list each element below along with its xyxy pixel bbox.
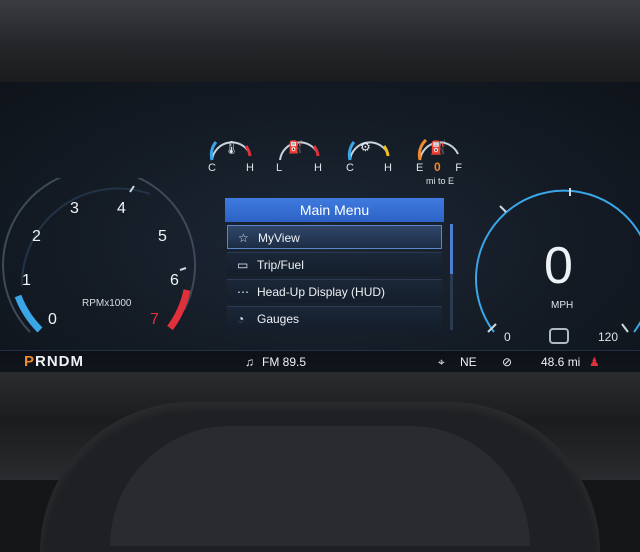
tach-label-7: 7 xyxy=(150,311,159,328)
fuel-left-label: E xyxy=(416,162,424,174)
tach-label-1: 1 xyxy=(22,272,31,289)
menu-item-label: MyView xyxy=(258,231,300,245)
trans-temp-gauge: ⚙ C H xyxy=(346,128,392,188)
gear-rest: RNDM xyxy=(35,353,85,370)
fuel-value: 0 xyxy=(434,160,441,174)
compass-icon: ⌖ xyxy=(438,355,445,369)
gauge-icon: ◔ xyxy=(237,312,245,326)
main-menu: Main Menu ☆ MyView ▭ Trip/Fuel ⋯ Head-Up… xyxy=(225,198,444,332)
no-signal-icon: ⊘ xyxy=(502,355,513,369)
trans-right-label: H xyxy=(384,162,392,174)
tach-label-6: 6 xyxy=(170,272,179,289)
menu-item-myview[interactable]: ☆ MyView xyxy=(227,225,442,249)
coolant-temp-gauge: 🌡 C H xyxy=(208,128,254,188)
oil-pressure-gauge: ⛽ L H xyxy=(276,128,322,188)
speed-unit: MPH xyxy=(551,300,574,311)
fuel-sub-label: mi to E xyxy=(425,176,454,186)
music-note-icon: ♫ xyxy=(245,355,254,369)
trans-temp-icon: ⚙ xyxy=(360,140,371,154)
main-menu-title: Main Menu xyxy=(225,198,444,222)
gear-selected: P xyxy=(24,353,36,370)
fuel-trip-icon: ▭ xyxy=(237,258,249,272)
compass-heading: NE xyxy=(460,355,477,369)
speed-max-label: 120 xyxy=(598,330,619,344)
coolant-left-label: C xyxy=(208,162,216,174)
tachometer xyxy=(2,178,197,333)
menu-item-label: Head-Up Display (HUD) xyxy=(257,285,386,299)
tach-label-4: 4 xyxy=(117,200,126,217)
steering-wheel-hub xyxy=(110,426,530,546)
speed-min-label: 0 xyxy=(504,330,511,344)
vehicle-icon xyxy=(549,328,569,344)
tach-label-2: 2 xyxy=(32,228,41,245)
instrument-hood xyxy=(0,0,640,82)
gear-selector-indicator: PRNDM xyxy=(24,353,84,370)
coolant-right-label: H xyxy=(246,162,254,174)
tach-label-5: 5 xyxy=(158,228,167,245)
radio-station: FM 89.5 xyxy=(262,355,307,369)
tach-label-0: 0 xyxy=(48,311,57,328)
tach-label-3: 3 xyxy=(70,200,79,217)
menu-scroll-thumb[interactable] xyxy=(450,224,453,274)
menu-item-trip-fuel[interactable]: ▭ Trip/Fuel xyxy=(227,252,442,276)
menu-item-label: Gauges xyxy=(257,312,300,326)
hud-icon: ⋯ xyxy=(237,285,249,299)
menu-item-hud[interactable]: ⋯ Head-Up Display (HUD) xyxy=(227,279,442,303)
coolant-icon: 🌡 xyxy=(223,140,240,155)
menu-item-gauges[interactable]: ◔ Gauges xyxy=(227,306,442,330)
seatbelt-warning-icon: ♟ xyxy=(589,355,600,369)
menu-item-label: Trip/Fuel xyxy=(257,258,304,272)
tach-units: RPMx1000 xyxy=(82,298,132,309)
star-icon: ☆ xyxy=(238,231,249,245)
fuel-pump-icon: ⛽ xyxy=(430,140,447,155)
range-readout: 48.6 mi xyxy=(541,355,581,369)
oil-can-icon: ⛽ xyxy=(288,140,303,154)
trans-left-label: C xyxy=(346,162,354,174)
fuel-right-label: F xyxy=(455,162,462,174)
oil-left-label: L xyxy=(276,162,283,174)
oil-right-label: H xyxy=(314,162,322,174)
speed-readout: 0 xyxy=(544,237,573,295)
